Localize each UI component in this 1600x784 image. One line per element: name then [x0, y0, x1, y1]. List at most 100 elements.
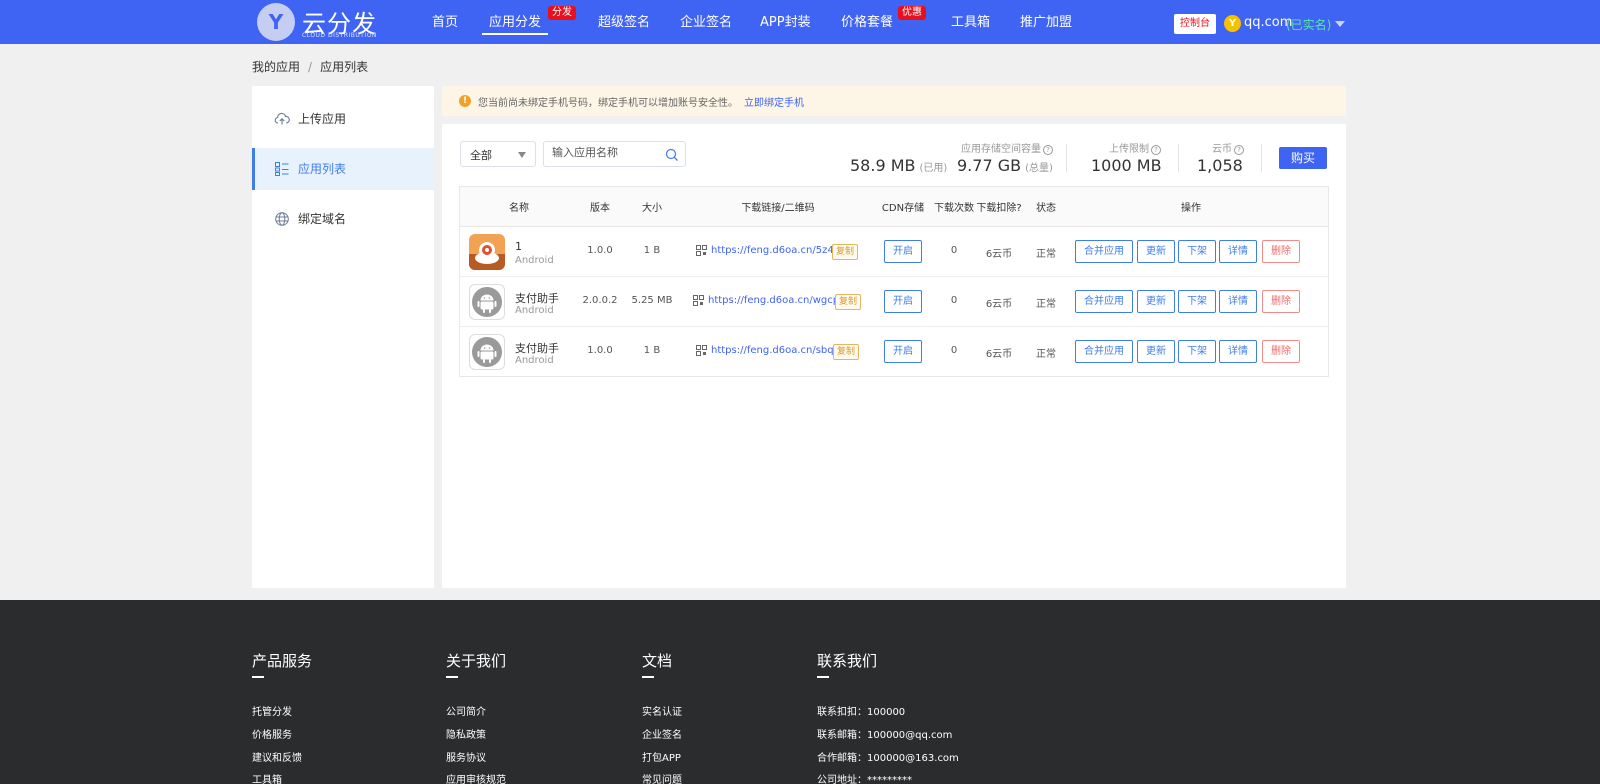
- logo[interactable]: Y 云分发 CLOUD DISTRIBUTION: [257, 3, 387, 41]
- footer-link[interactable]: 价格服务: [252, 726, 292, 741]
- breadcrumb-root[interactable]: 我的应用: [252, 60, 300, 74]
- app-name[interactable]: 支付助手: [515, 340, 559, 356]
- merge-app-button[interactable]: 合并应用: [1075, 290, 1133, 313]
- nav-partner[interactable]: 推广加盟: [1020, 0, 1072, 44]
- storage-used-unit: (已用): [919, 163, 948, 174]
- download-link[interactable]: https://feng.d6oa.cn/sbqxhj: [711, 345, 849, 356]
- download-link[interactable]: https://feng.d6oa.cn/5z4ajr: [711, 245, 847, 256]
- details-button[interactable]: 详情: [1219, 340, 1257, 363]
- copy-link-button[interactable]: 复制: [835, 294, 862, 310]
- nav-home[interactable]: 首页: [432, 0, 458, 44]
- col-cdn: CDN存储: [881, 203, 925, 214]
- nav-enterprise-sign[interactable]: 企业签名: [680, 0, 732, 44]
- copy-link-button[interactable]: 复制: [833, 344, 860, 360]
- buy-button[interactable]: 购买: [1279, 147, 1327, 169]
- footer-divider: [817, 676, 829, 678]
- qr-code-icon[interactable]: [693, 295, 704, 306]
- logo-subtitle: CLOUD DISTRIBUTION: [302, 32, 377, 39]
- coin-label: 云币?: [1212, 140, 1244, 155]
- footer-link[interactable]: 公司简介: [446, 703, 486, 718]
- app-version: 2.0.0.2: [582, 295, 618, 306]
- nav-pricing[interactable]: 价格套餐: [841, 0, 893, 44]
- footer-link[interactable]: 实名认证: [642, 703, 682, 718]
- upload-cloud-icon: [274, 112, 290, 125]
- merge-app-button[interactable]: 合并应用: [1075, 340, 1133, 363]
- nav-app-wrap[interactable]: APP封装: [760, 0, 811, 44]
- help-icon[interactable]: ?: [1151, 145, 1161, 155]
- warning-icon: !: [459, 95, 471, 107]
- cdn-enable-button[interactable]: 开启: [884, 340, 922, 363]
- copy-link-button[interactable]: 复制: [832, 244, 859, 260]
- update-button[interactable]: 更新: [1137, 340, 1175, 363]
- nav-tag-promo: 优惠: [898, 6, 926, 20]
- top-navbar: Y 云分发 CLOUD DISTRIBUTION 首页 应用分发 分发 超级签名…: [0, 0, 1600, 44]
- custom-app-icon: [469, 234, 505, 270]
- footer-link[interactable]: 隐私政策: [446, 726, 486, 741]
- app-search-box: [543, 141, 686, 167]
- details-button[interactable]: 详情: [1219, 290, 1257, 313]
- footer: 产品服务 托管分发 价格服务 建议和反馈 工具箱 关于我们 公司简介 隐私政策 …: [0, 600, 1600, 784]
- app-size: 1 B: [643, 245, 661, 256]
- unpublish-button[interactable]: 下架: [1178, 240, 1216, 263]
- help-icon[interactable]: ?: [1234, 145, 1244, 155]
- phone-binding-notice: ! 您当前尚未绑定手机号码，绑定手机可以增加账号安全性。 立即绑定手机: [442, 86, 1346, 116]
- stat-divider: [1066, 144, 1067, 172]
- sidebar-item-label: 上传应用: [298, 112, 347, 126]
- cdn-enable-button[interactable]: 开启: [884, 240, 922, 263]
- cdn-enable-button[interactable]: 开启: [884, 290, 922, 313]
- sidebar-item-bind-domain[interactable]: 绑定域名: [252, 198, 434, 240]
- logo-badge: Y: [257, 3, 295, 41]
- footer-business-email: 合作邮箱：100000@163.com: [817, 753, 959, 764]
- update-button[interactable]: 更新: [1137, 240, 1175, 263]
- app-platform: Android: [515, 255, 554, 266]
- footer-title-products: 产品服务: [252, 652, 313, 670]
- app-platform: Android: [515, 305, 554, 316]
- console-button[interactable]: 控制台: [1174, 14, 1216, 34]
- nav-toolbox[interactable]: 工具箱: [951, 0, 990, 44]
- footer-link[interactable]: 常见问题: [642, 771, 682, 784]
- merge-app-button[interactable]: 合并应用: [1075, 240, 1133, 263]
- user-avatar[interactable]: Y: [1224, 15, 1241, 32]
- qr-code-icon[interactable]: [696, 245, 707, 256]
- app-size: 5.25 MB: [631, 295, 673, 306]
- table-row: 支付助手 Android 2.0.0.2 5.25 MB https://fen…: [460, 277, 1328, 327]
- unpublish-button[interactable]: 下架: [1178, 290, 1216, 313]
- app-search-input[interactable]: [552, 146, 662, 159]
- delete-button[interactable]: 删除: [1262, 240, 1300, 263]
- footer-link[interactable]: 应用审核规范: [446, 771, 506, 784]
- details-button[interactable]: 详情: [1219, 240, 1257, 263]
- delete-button[interactable]: 删除: [1262, 340, 1300, 363]
- footer-link[interactable]: 建议和反馈: [252, 749, 302, 764]
- app-platform: Android: [515, 355, 554, 366]
- app-name[interactable]: 1: [515, 240, 522, 253]
- nav-super-sign[interactable]: 超级签名: [598, 0, 650, 44]
- footer-link[interactable]: 服务协议: [446, 749, 486, 764]
- help-icon[interactable]: ?: [1043, 145, 1053, 155]
- coin-label-text: 云币: [1212, 144, 1232, 155]
- qr-code-icon[interactable]: [696, 345, 707, 356]
- footer-contact-email: 联系邮箱：100000@qq.com: [817, 730, 953, 741]
- nav-app-distribution[interactable]: 应用分发: [481, 0, 549, 44]
- unpublish-button[interactable]: 下架: [1178, 340, 1216, 363]
- update-button[interactable]: 更新: [1137, 290, 1175, 313]
- breadcrumb-current: 应用列表: [320, 60, 369, 74]
- notice-message: 您当前尚未绑定手机号码，绑定手机可以增加账号安全性。: [478, 98, 738, 109]
- sidebar-item-app-list[interactable]: 应用列表: [252, 148, 434, 190]
- bind-phone-link[interactable]: 立即绑定手机: [744, 98, 804, 109]
- notice-text: 您当前尚未绑定手机号码，绑定手机可以增加账号安全性。 立即绑定手机: [478, 94, 804, 109]
- footer-link[interactable]: 打包APP: [642, 749, 681, 764]
- download-deduct: 6云币: [985, 349, 1013, 360]
- delete-button[interactable]: 删除: [1262, 290, 1300, 313]
- platform-filter-select[interactable]: 全部: [460, 141, 536, 167]
- app-name[interactable]: 支付助手: [515, 290, 559, 306]
- download-link[interactable]: https://feng.d6oa.cn/wgcp9t: [708, 295, 849, 306]
- chevron-down-icon[interactable]: [1335, 21, 1345, 27]
- footer-link[interactable]: 企业签名: [642, 726, 682, 741]
- search-icon[interactable]: [665, 148, 679, 162]
- footer-link[interactable]: 工具箱: [252, 771, 282, 784]
- footer-title-docs: 文档: [642, 652, 673, 670]
- sidebar-item-upload[interactable]: 上传应用: [252, 98, 434, 140]
- nav-tag-distribution: 分发: [548, 6, 576, 20]
- footer-link[interactable]: 托管分发: [252, 703, 292, 718]
- table-header: 名称 版本 大小 下载链接/二维码 CDN存储 下载次数 下载扣除? 状态 操作: [460, 187, 1328, 227]
